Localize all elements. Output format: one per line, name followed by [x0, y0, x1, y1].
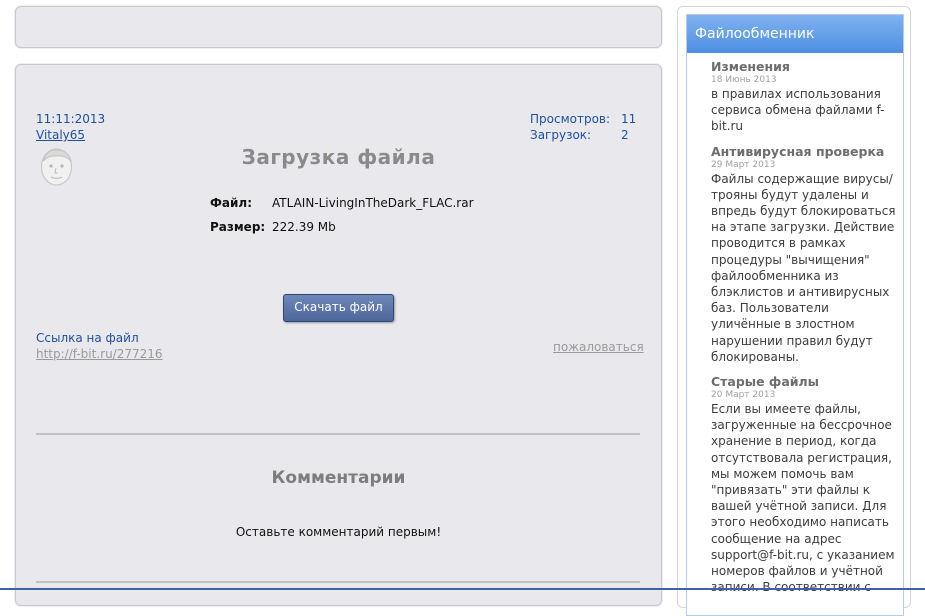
downloads-label: Загрузок:	[530, 128, 592, 142]
news-item: Изменения 18 Июнь 2013 в правилах исполь…	[711, 59, 899, 135]
views-count: 11	[621, 112, 637, 126]
views-label: Просмотров:	[530, 112, 611, 126]
download-file-button[interactable]: Скачать файл	[283, 294, 394, 322]
sidebar: Файлообменник Изменения 18 Июнь 2013 в п…	[677, 6, 911, 616]
file-download-panel: 11:11:2013 Vitaly65 Просмотров: 11 Загру…	[15, 64, 662, 606]
file-size: 222.39 Mb	[272, 220, 336, 234]
file-link-label: Ссылка на файл	[36, 331, 139, 345]
complain-link[interactable]: пожаловаться	[553, 340, 644, 354]
news-text: Файлы содержащие вирусы/трояны будут уда…	[711, 171, 896, 364]
no-comments-message: Оставьте комментарий первым!	[235, 525, 442, 539]
file-link-url[interactable]: http://f-bit.ru/277216	[36, 347, 163, 361]
sidebar-header: Файлообменник	[687, 15, 903, 53]
news-text: в правилах использования сервиса обмена …	[711, 87, 885, 134]
section-divider	[36, 581, 640, 583]
news-item: Старые файлы 20 Март 2013 Если вы имеете…	[711, 374, 899, 595]
file-name: ATLAIN-LivingInTheDark_FLAC.rar	[272, 196, 474, 210]
news-title[interactable]: Антивирусная проверка	[711, 144, 899, 160]
bottom-border	[0, 588, 925, 590]
page-title: Загрузка файла	[241, 145, 436, 169]
news-title[interactable]: Изменения	[711, 59, 899, 75]
news-item: Антивирусная проверка 29 Март 2013 Файлы…	[711, 144, 899, 365]
news-date: 18 Июнь 2013	[711, 75, 777, 85]
news-title[interactable]: Старые файлы	[711, 374, 899, 390]
downloads-count: 2	[621, 128, 629, 142]
section-divider	[36, 433, 640, 435]
size-label: Размер:	[210, 220, 266, 234]
comments-title: Комментарии	[271, 468, 406, 488]
sidebar-title: Файлообменник	[695, 26, 815, 42]
author-link[interactable]: Vitaly65	[36, 128, 85, 142]
news-list: Изменения 18 Июнь 2013 в правилах исполь…	[711, 59, 899, 604]
news-text: Если вы имеете файлы, загруженные на бес…	[711, 402, 895, 594]
upload-date: 11:11:2013	[36, 112, 106, 126]
news-date: 20 Март 2013	[711, 390, 776, 401]
top-panel	[15, 6, 662, 48]
file-label: Файл:	[210, 196, 252, 210]
news-box: Файлообменник Изменения 18 Июнь 2013 в п…	[686, 14, 904, 616]
news-date: 29 Март 2013	[711, 159, 776, 170]
